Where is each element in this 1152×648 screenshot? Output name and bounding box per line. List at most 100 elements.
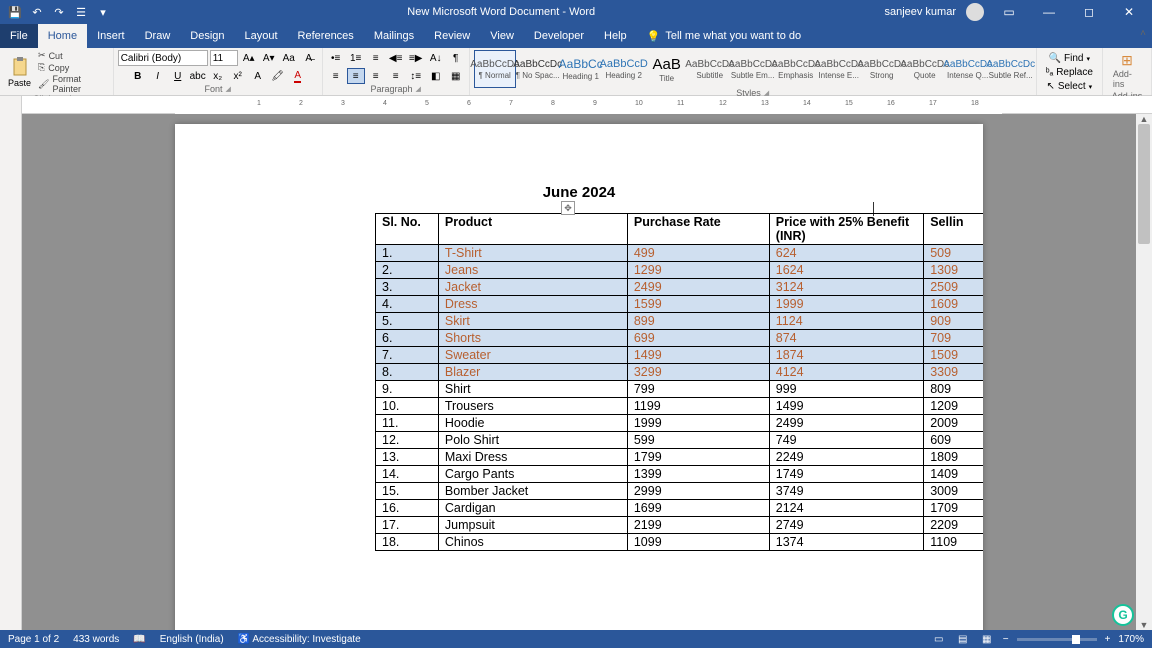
align-left-button[interactable]: ≡ <box>327 68 345 84</box>
copy-button[interactable]: ⎘Copy <box>35 62 109 73</box>
scrollbar-thumb[interactable] <box>1138 124 1150 244</box>
cell-product[interactable]: Sweater <box>438 347 627 364</box>
cell-product[interactable]: Skirt <box>438 313 627 330</box>
page[interactable]: June 2024 ✥ Sl. No. Product Purchase Rat… <box>175 124 983 630</box>
touch-mode-icon[interactable]: ☰ <box>74 5 88 19</box>
cell-sl[interactable]: 14. <box>376 466 439 483</box>
style--no-spac-[interactable]: AaBbCcDc¶ No Spac... <box>517 50 559 88</box>
table-header-row[interactable]: Sl. No. Product Purchase Rate Price with… <box>376 214 984 245</box>
cell-rate[interactable]: 1199 <box>627 398 769 415</box>
cell-price[interactable]: 2124 <box>769 500 923 517</box>
font-name-input[interactable] <box>118 50 208 66</box>
shading-button[interactable]: ◧ <box>427 68 445 84</box>
bold-button[interactable]: B <box>129 68 147 84</box>
justify-button[interactable]: ≡ <box>387 68 405 84</box>
grammarly-icon[interactable]: G <box>1112 604 1134 626</box>
cell-price[interactable]: 999 <box>769 381 923 398</box>
cell-sl[interactable]: 15. <box>376 483 439 500</box>
increase-indent-button[interactable]: ≡▶ <box>407 50 425 66</box>
user-name[interactable]: sanjeev kumar <box>884 6 956 18</box>
header-price[interactable]: Price with 25% Benefit (INR) <box>769 214 923 245</box>
cell-product[interactable]: Maxi Dress <box>438 449 627 466</box>
collapse-ribbon-icon[interactable]: ˄ <box>1140 28 1146 39</box>
cell-selling[interactable]: 3009 <box>924 483 983 500</box>
zoom-slider[interactable] <box>1017 638 1097 641</box>
tab-draw[interactable]: Draw <box>135 24 181 48</box>
style-heading-1[interactable]: AaBbCcHeading 1 <box>560 50 602 88</box>
text-effects-button[interactable]: A <box>249 68 267 84</box>
cell-rate[interactable]: 3299 <box>627 364 769 381</box>
superscript-button[interactable]: x² <box>229 68 247 84</box>
cell-rate[interactable]: 1099 <box>627 534 769 551</box>
table-row[interactable]: 3.Jacket249931242509 <box>376 279 984 296</box>
tab-review[interactable]: Review <box>424 24 480 48</box>
cell-rate[interactable]: 1399 <box>627 466 769 483</box>
table-move-handle-icon[interactable]: ✥ <box>561 201 575 215</box>
cell-selling[interactable]: 709 <box>924 330 983 347</box>
cell-price[interactable]: 3749 <box>769 483 923 500</box>
qat-more-icon[interactable]: ▾ <box>96 5 110 19</box>
cell-product[interactable]: Polo Shirt <box>438 432 627 449</box>
close-icon[interactable]: ✕ <box>1114 5 1144 19</box>
table-row[interactable]: 7.Sweater149918741509 <box>376 347 984 364</box>
cell-rate[interactable]: 499 <box>627 245 769 262</box>
cell-selling[interactable]: 1809 <box>924 449 983 466</box>
cell-rate[interactable]: 2199 <box>627 517 769 534</box>
cell-selling[interactable]: 1309 <box>924 262 983 279</box>
style-emphasis[interactable]: AaBbCcDcEmphasis <box>775 50 817 88</box>
cell-selling[interactable]: 1209 <box>924 398 983 415</box>
paste-button[interactable]: Paste <box>4 55 35 90</box>
cell-rate[interactable]: 1699 <box>627 500 769 517</box>
tab-design[interactable]: Design <box>180 24 234 48</box>
strikethrough-button[interactable]: abc <box>189 68 207 84</box>
cell-price[interactable]: 1374 <box>769 534 923 551</box>
table-row[interactable]: 6.Shorts699874709 <box>376 330 984 347</box>
web-layout-icon[interactable]: ▦ <box>979 632 995 646</box>
cell-product[interactable]: Jumpsuit <box>438 517 627 534</box>
cell-rate[interactable]: 599 <box>627 432 769 449</box>
status-spellcheck-icon[interactable]: 📖 <box>133 634 145 645</box>
status-words[interactable]: 433 words <box>73 634 119 645</box>
page-title[interactable]: June 2024 <box>175 184 983 201</box>
table-row[interactable]: 18.Chinos109913741109 <box>376 534 984 551</box>
table-row[interactable]: 4.Dress159919991609 <box>376 296 984 313</box>
header-selling[interactable]: Sellin <box>924 214 983 245</box>
product-table[interactable]: Sl. No. Product Purchase Rate Price with… <box>375 213 983 551</box>
cell-product[interactable]: Trousers <box>438 398 627 415</box>
cell-rate[interactable]: 799 <box>627 381 769 398</box>
tab-insert[interactable]: Insert <box>87 24 135 48</box>
style-intense-q-[interactable]: AaBbCcDcIntense Q... <box>947 50 989 88</box>
table-row[interactable]: 16.Cardigan169921241709 <box>376 500 984 517</box>
cell-sl[interactable]: 17. <box>376 517 439 534</box>
cell-selling[interactable]: 1109 <box>924 534 983 551</box>
cell-rate[interactable]: 1299 <box>627 262 769 279</box>
cell-sl[interactable]: 16. <box>376 500 439 517</box>
ruler-horizontal[interactable]: 123456789101112131415161718 <box>0 96 1152 114</box>
cell-selling[interactable]: 909 <box>924 313 983 330</box>
cell-selling[interactable]: 1409 <box>924 466 983 483</box>
cell-product[interactable]: Jeans <box>438 262 627 279</box>
cell-product[interactable]: Hoodie <box>438 415 627 432</box>
tab-developer[interactable]: Developer <box>524 24 594 48</box>
style-intense-e-[interactable]: AaBbCcDcIntense E... <box>818 50 860 88</box>
table-row[interactable]: 10.Trousers119914991209 <box>376 398 984 415</box>
clear-formatting-button[interactable]: A̶ <box>300 50 318 66</box>
format-painter-button[interactable]: 🖌Format Painter <box>35 74 109 94</box>
font-size-input[interactable] <box>210 50 238 66</box>
cell-price[interactable]: 4124 <box>769 364 923 381</box>
table-row[interactable]: 15.Bomber Jacket299937493009 <box>376 483 984 500</box>
cell-sl[interactable]: 11. <box>376 415 439 432</box>
read-mode-icon[interactable]: ▭ <box>931 632 947 646</box>
style--normal[interactable]: AaBbCcDc¶ Normal <box>474 50 516 88</box>
table-row[interactable]: 1.T-Shirt499624509 <box>376 245 984 262</box>
cell-product[interactable]: Bomber Jacket <box>438 483 627 500</box>
cell-price[interactable]: 1124 <box>769 313 923 330</box>
multilevel-list-button[interactable]: ≡ <box>367 50 385 66</box>
table-row[interactable]: 5.Skirt8991124909 <box>376 313 984 330</box>
cell-price[interactable]: 1624 <box>769 262 923 279</box>
underline-button[interactable]: U <box>169 68 187 84</box>
avatar[interactable] <box>966 3 984 21</box>
vertical-scrollbar[interactable]: ▲ ▼ <box>1136 114 1152 630</box>
table-row[interactable]: 8.Blazer329941243309 <box>376 364 984 381</box>
maximize-icon[interactable]: ◻ <box>1074 5 1104 19</box>
